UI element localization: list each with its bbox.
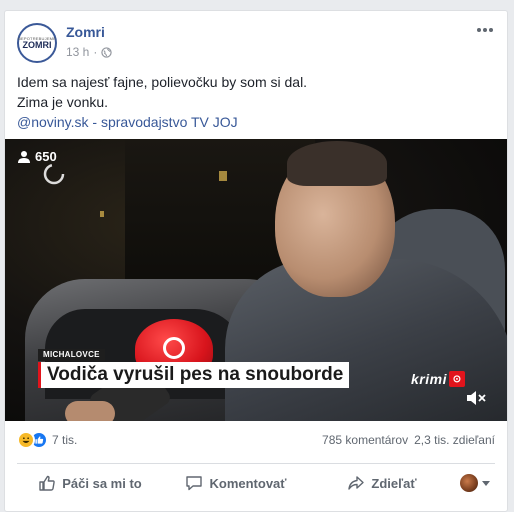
brand-logo: krimi ⊙: [411, 370, 465, 388]
share-icon: [348, 476, 365, 490]
video-person-hair: [287, 141, 387, 186]
globe-icon: [101, 46, 113, 58]
window-light: [219, 171, 227, 181]
reactions-summary[interactable]: 7 tis.: [17, 431, 77, 449]
page-avatar[interactable]: NEPOTREBUJEME ZOMRI: [17, 23, 57, 63]
post-text-line1: Idem sa najesť fajne, polievočku by som …: [17, 74, 308, 90]
street-light: [100, 211, 104, 217]
post-text-line3: @noviny.sk - spravodajstvo TV JOJ: [17, 112, 497, 132]
comment-label: Komentovať: [209, 475, 287, 491]
like-label: Páči sa mi to: [62, 475, 142, 491]
person-icon: [18, 150, 30, 163]
more-options-button[interactable]: [475, 23, 495, 37]
video-hand: [65, 401, 115, 421]
page-name[interactable]: Zomri: [66, 24, 105, 40]
post-card: NEPOTREBUJEME ZOMRI Zomri 13 h · Idem sa…: [4, 10, 508, 512]
reaction-count: 7 tis.: [52, 433, 78, 447]
chevron-down-icon: [482, 480, 490, 486]
actions-divider: [17, 463, 495, 464]
profile-selector[interactable]: [455, 474, 495, 492]
meta-separator: ·: [93, 45, 98, 59]
post-time[interactable]: 13 h: [66, 45, 89, 59]
user-avatar: [460, 474, 478, 492]
thumbs-up-icon: [39, 475, 55, 491]
post-link[interactable]: @noviny.sk: [17, 114, 89, 130]
brand-logo-text: krimi: [411, 371, 447, 387]
mute-icon[interactable]: [465, 389, 487, 407]
post-meta: 13 h ·: [66, 45, 113, 59]
shares-count[interactable]: 2,3 tis. zdieľaní: [414, 433, 495, 447]
more-icon: [477, 28, 481, 32]
post-actions: Páči sa mi to Komentovať Zdieľať: [17, 466, 495, 500]
news-headline: Vodiča vyrušil pes na snouborde: [38, 362, 350, 388]
post-link-rest: - spravodajstvo TV JOJ: [88, 114, 238, 130]
brand-badge-icon: ⊙: [448, 371, 465, 387]
haha-reaction-icon: [17, 431, 35, 449]
share-label: Zdieľať: [371, 475, 417, 491]
mic-logo: [163, 337, 185, 359]
post-header: NEPOTREBUJEME ZOMRI Zomri 13 h ·: [5, 11, 507, 71]
loading-spinner-icon: [43, 163, 65, 185]
post-text: Idem sa najesť fajne, polievočku by som …: [17, 72, 497, 132]
location-tag: MICHALOVCE: [38, 349, 105, 361]
comments-count[interactable]: 785 komentárov: [322, 433, 408, 447]
engagement-stats: 785 komentárov 2,3 tis. zdieľaní: [322, 433, 495, 447]
like-button[interactable]: Páči sa mi to: [17, 467, 163, 499]
comment-button[interactable]: Komentovať: [163, 467, 309, 499]
post-text-line2: Zima je vonku.: [17, 94, 109, 110]
comment-icon: [186, 476, 203, 491]
video-player[interactable]: 650 MICHALOVCE Vodiča vyrušil pes na sno…: [5, 139, 507, 421]
avatar-big-text: ZOMRI: [22, 40, 52, 50]
share-button[interactable]: Zdieľať: [309, 467, 455, 499]
